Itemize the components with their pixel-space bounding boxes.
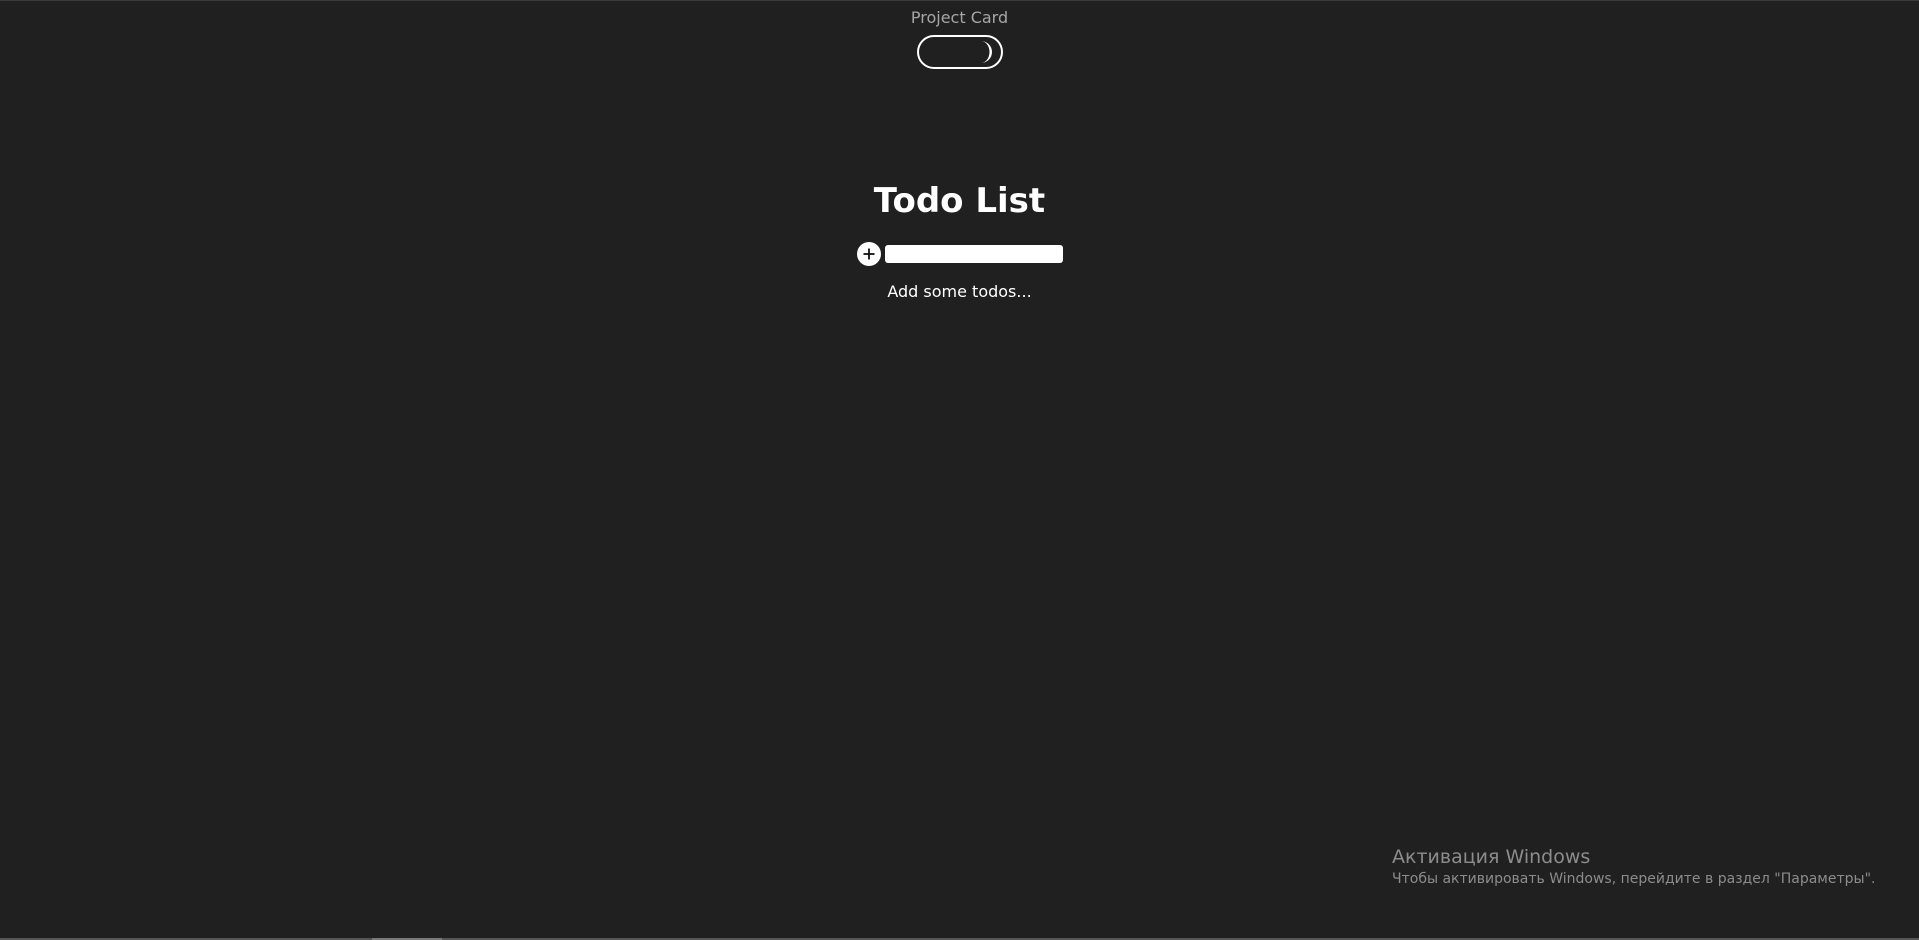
moon-icon [981, 41, 992, 63]
watermark-title: Активация Windows [1392, 846, 1591, 868]
top-border [0, 0, 1919, 1]
theme-toggle[interactable] [917, 35, 1003, 69]
empty-message: Add some todos... [887, 282, 1032, 301]
header: Project Card [0, 8, 1919, 28]
page-title: Todo List [873, 181, 1046, 221]
project-card-link[interactable]: Project Card [911, 8, 1008, 27]
add-todo-button[interactable] [857, 242, 881, 266]
todo-input[interactable] [885, 245, 1063, 263]
windows-activation-watermark: Активация Windows Чтобы активировать Win… [1392, 845, 1875, 889]
watermark-subtitle: Чтобы активировать Windows, перейдите в … [1392, 871, 1876, 887]
plus-icon [863, 248, 875, 260]
